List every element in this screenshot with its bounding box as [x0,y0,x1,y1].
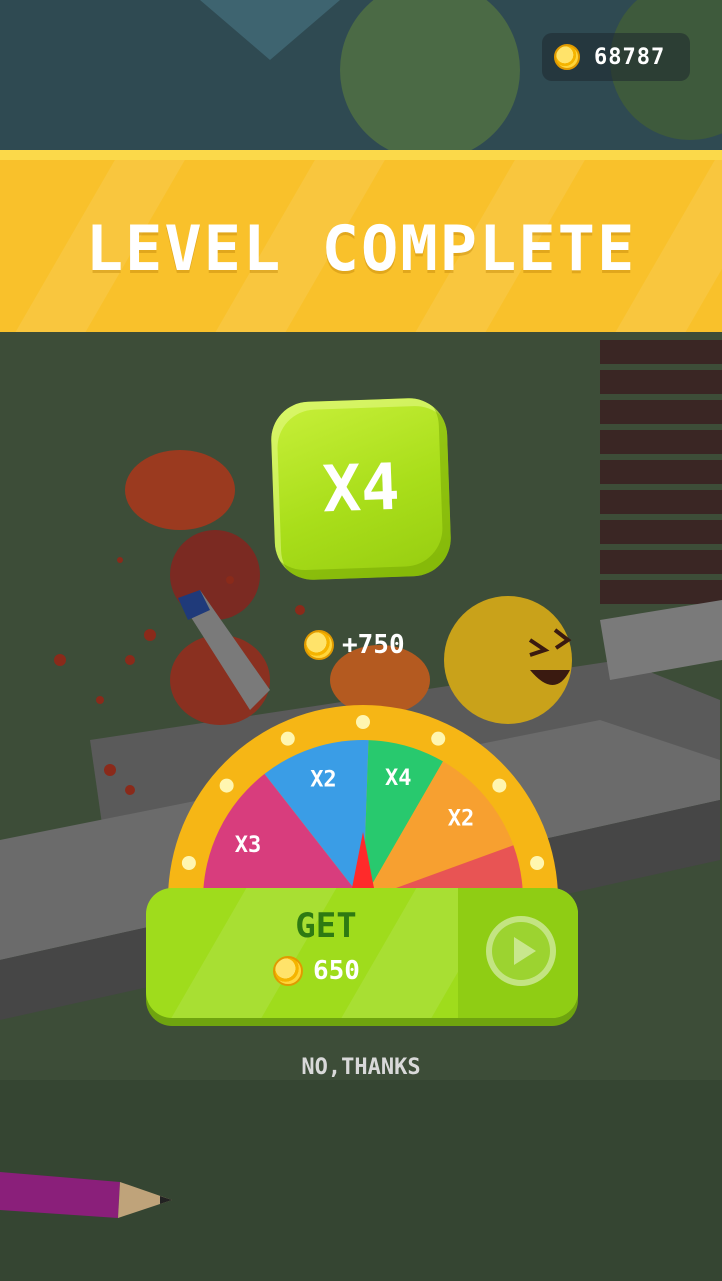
wheel-segment-label: X4 [385,766,412,791]
rim-dot [492,778,507,793]
level-complete-banner: LEVEL COMPLETE [0,150,722,332]
rim-dot [280,731,295,746]
wheel-segment-label: X2 [310,767,337,792]
multiplier-label: X4 [321,450,401,528]
coin-icon [273,956,303,986]
rim-dot [219,778,234,793]
rim-dot [181,855,196,870]
banner-title: LEVEL COMPLETE [85,212,637,285]
bonus-wheel: X3X2X4X2X3 [168,705,558,910]
coin-icon [554,44,580,70]
reward-amount: +750 [342,630,405,660]
wheel-segment-label: X2 [448,807,475,832]
get-button-amount: 650 [273,956,360,986]
rim-dot [356,715,370,729]
coin-counter: 68787 [542,33,690,81]
wheel-segment-label: X3 [235,833,261,858]
get-reward-button[interactable]: GET 650 [146,888,578,1018]
rim-dot [431,731,446,746]
multiplier-badge: X4 [269,396,453,582]
level-reward: +750 [304,630,405,660]
play-video-icon[interactable] [486,916,556,986]
rim-dot [530,855,545,870]
get-amount-value: 650 [313,956,360,986]
coin-total: 68787 [594,44,666,70]
coin-icon [304,630,334,660]
get-button-label: GET [295,906,357,946]
no-thanks-link[interactable]: NO,THANKS [0,1055,722,1080]
